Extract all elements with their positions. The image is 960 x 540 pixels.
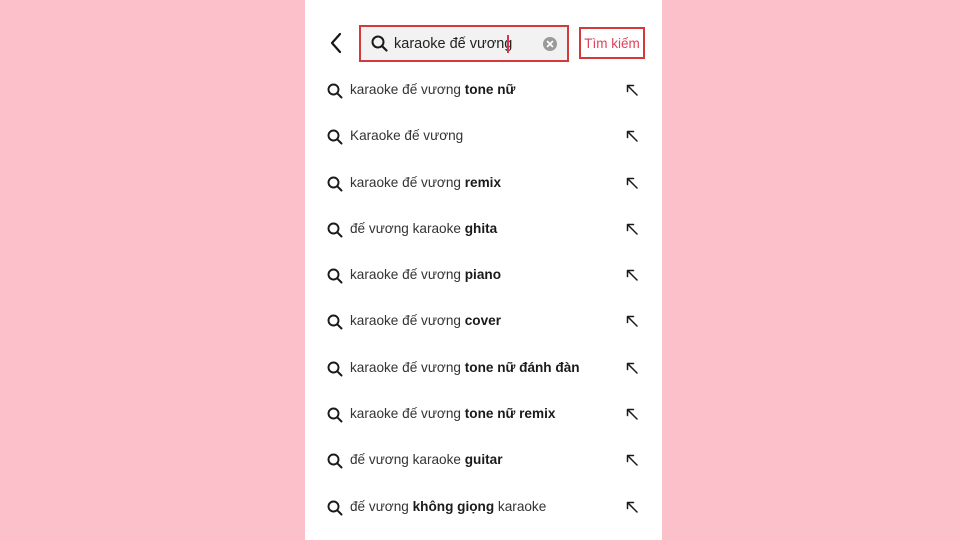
suggestion-item[interactable]: karaoke đế vương tone nữ: [305, 68, 662, 114]
suggestion-item[interactable]: karaoke đế vương cover: [305, 299, 662, 345]
arrow-up-left-icon: [626, 362, 638, 374]
search-icon: [327, 268, 343, 284]
suggestion-item[interactable]: karaoke đế vương tone nữ remix: [305, 392, 662, 438]
fill-query-button[interactable]: [625, 407, 639, 421]
phone-screen: Tìm kiếm karaoke đế vương tone nữ Karaoke…: [305, 0, 662, 540]
suggestion-item[interactable]: đế vương không giọng karaoke: [305, 485, 662, 531]
search-icon: [327, 453, 343, 469]
search-icon: [327, 361, 343, 377]
suggestion-item[interactable]: karaoke đế vương piano: [305, 253, 662, 299]
arrow-up-left-icon: [626, 223, 638, 235]
suggestion-text-plain: Karaoke đế vương: [350, 128, 464, 144]
search-icon: [327, 129, 343, 145]
search-input[interactable]: [394, 35, 534, 52]
suggestion-item[interactable]: đế vương karaoke ghita: [305, 207, 662, 253]
search-icon: [327, 314, 343, 330]
search-icon: [370, 35, 388, 53]
search-icon: [327, 176, 343, 192]
suggestion-text-bold: cover: [464, 313, 502, 329]
back-button[interactable]: [323, 29, 349, 57]
suggestion-text: karaoke đế vương tone nữ remix: [350, 406, 555, 421]
suggestion-item[interactable]: Karaoke đế vương: [305, 114, 662, 160]
text-caret: [507, 35, 509, 53]
suggestion-text-plain: karaoke đế vương: [350, 82, 465, 97]
arrow-up-left-icon: [626, 501, 638, 513]
suggestion-text-bold: tone nữ: [464, 82, 516, 97]
fill-query-button[interactable]: [625, 314, 639, 328]
suggestion-text-plain: karaoke đế vương: [350, 313, 465, 329]
search-icon: [327, 83, 343, 99]
suggestion-text: karaoke đế vương remix: [350, 175, 501, 190]
suggestion-text-plain: karaoke đế vương: [350, 406, 465, 422]
suggestion-item[interactable]: karaoke đế vương tone nữ đánh đàn: [305, 346, 662, 392]
suggestion-text-plain: đế vương karaoke: [350, 452, 465, 468]
suggestion-text-plain: karaoke: [494, 498, 547, 514]
suggestion-text: đế vương karaoke ghita: [350, 221, 497, 236]
suggestion-text-bold: piano: [464, 267, 501, 283]
arrow-up-left-icon: [626, 455, 638, 467]
fill-query-button[interactable]: [625, 453, 639, 467]
suggestion-text: karaoke đế vương tone nữ: [350, 82, 515, 97]
fill-query-button[interactable]: [625, 129, 639, 143]
fill-query-button[interactable]: [625, 83, 639, 97]
suggestion-text-bold: không giọng: [412, 498, 495, 514]
suggestion-text-plain: karaoke đế vương: [350, 359, 465, 375]
suggestion-text: đế vương karaoke guitar: [350, 452, 503, 467]
suggestion-list: karaoke đế vương tone nữ Karaoke đế vương…: [305, 68, 662, 531]
suggestion-text: karaoke đế vương tone nữ đánh đàn: [350, 360, 580, 375]
chevron-left-icon: [330, 32, 342, 54]
suggestion-text: đế vương không giọng karaoke: [350, 499, 546, 514]
arrow-up-left-icon: [626, 131, 638, 143]
clear-search-button[interactable]: [543, 37, 557, 51]
suggestion-text-plain: đế vương: [350, 498, 413, 514]
suggestion-text-plain: karaoke đế vương: [350, 267, 465, 283]
suggestion-text-plain: đế vương karaoke: [350, 220, 465, 236]
suggestion-text-bold: tone nữ remix: [464, 406, 556, 422]
suggestion-text: Karaoke đế vương: [350, 128, 463, 143]
fill-query-button[interactable]: [625, 268, 639, 282]
arrow-up-left-icon: [626, 269, 638, 281]
suggestion-text-plain: karaoke đế vương: [350, 174, 465, 190]
suggestion-text-bold: guitar: [464, 452, 503, 468]
suggestion-item[interactable]: đế vương karaoke guitar: [305, 438, 662, 484]
suggestion-text: karaoke đế vương cover: [350, 313, 501, 328]
search-icon: [327, 407, 343, 423]
fill-query-button[interactable]: [625, 500, 639, 514]
suggestion-text: karaoke đế vương piano: [350, 267, 501, 282]
search-box[interactable]: [359, 25, 569, 62]
suggestion-text-bold: remix: [464, 174, 502, 190]
fill-query-button[interactable]: [625, 361, 639, 375]
search-icon: [327, 500, 343, 516]
clear-circle-icon: [543, 37, 557, 51]
search-icon: [327, 222, 343, 238]
fill-query-button[interactable]: [625, 176, 639, 190]
suggestion-item[interactable]: karaoke đế vương remix: [305, 161, 662, 207]
search-submit-button[interactable]: Tìm kiếm: [579, 27, 645, 59]
arrow-up-left-icon: [626, 408, 638, 420]
arrow-up-left-icon: [626, 177, 638, 189]
suggestion-text-bold: ghita: [464, 220, 498, 236]
suggestion-text-bold: tone nữ đánh đàn: [464, 359, 580, 375]
arrow-up-left-icon: [626, 316, 638, 328]
fill-query-button[interactable]: [625, 222, 639, 236]
arrow-up-left-icon: [626, 84, 638, 96]
